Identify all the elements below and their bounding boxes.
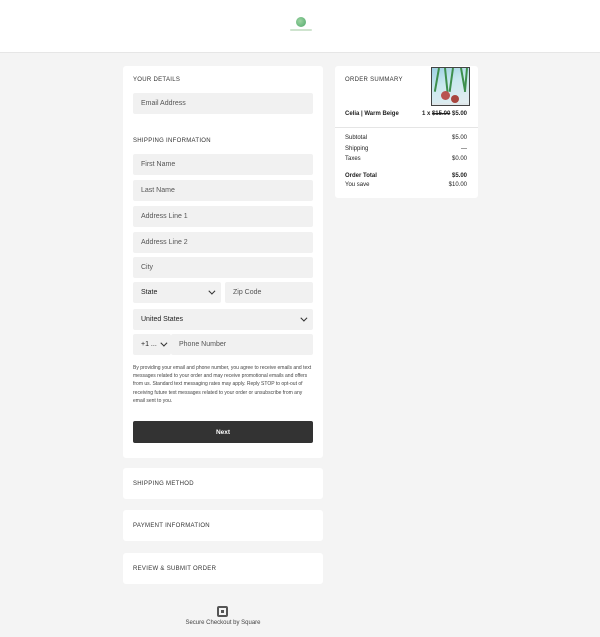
order-total-label: Order Total — [345, 173, 377, 179]
chevron-down-icon — [208, 287, 216, 295]
sms-consent-disclaimer: By providing your email and phone number… — [133, 365, 312, 404]
order-total-value: $5.00 — [451, 173, 467, 179]
line-item-name: Celia | Warm Beige — [345, 111, 399, 117]
checkout-form-card: YOUR DETAILS Email Address SHIPPING INFO… — [123, 66, 323, 458]
line-item-price: $5.00 — [451, 111, 467, 117]
payment-information-section[interactable]: PAYMENT INFORMATION — [123, 510, 323, 541]
phone-country-code-select[interactable]: +1 ... — [133, 334, 171, 355]
taxes-label: Taxes — [345, 156, 361, 162]
taxes-value: $0.00 — [451, 156, 467, 162]
shipping-row: Shipping — — [345, 146, 467, 152]
address-line-1-field[interactable]: Address Line 1 — [133, 206, 313, 227]
zip-code-field[interactable]: Zip Code — [225, 282, 313, 303]
line-item-price-group: 1 x $15.00 $5.00 — [422, 111, 467, 117]
review-submit-title: REVIEW & SUBMIT ORDER — [133, 566, 217, 572]
savings-label: You save — [345, 182, 370, 188]
taxes-row: Taxes $0.00 — [345, 156, 467, 162]
email-field[interactable]: Email Address — [133, 93, 313, 114]
phone-number-field[interactable]: Phone Number — [171, 334, 313, 355]
subtotal-label: Subtotal — [345, 135, 368, 141]
phone-country-code-value: +1 ... — [141, 341, 157, 348]
shipping-method-title: SHIPPING METHOD — [133, 481, 194, 487]
header-bar — [0, 0, 600, 53]
your-details-title: YOUR DETAILS — [133, 77, 181, 83]
review-submit-section[interactable]: REVIEW & SUBMIT ORDER — [123, 553, 323, 584]
chevron-down-icon — [300, 314, 308, 322]
shipping-info-title: SHIPPING INFORMATION — [133, 138, 211, 144]
state-select[interactable]: State — [133, 282, 221, 303]
order-summary-title: ORDER SUMMARY — [345, 77, 403, 83]
shipping-method-section[interactable]: SHIPPING METHOD — [123, 468, 323, 499]
first-name-field[interactable]: First Name — [133, 154, 313, 175]
brand-logo-icon[interactable] — [290, 16, 312, 34]
shipping-label: Shipping — [345, 146, 369, 152]
country-select[interactable]: United States — [133, 309, 313, 330]
city-field[interactable]: City — [133, 257, 313, 278]
order-total-row: Order Total $5.00 — [345, 173, 467, 179]
line-item: Celia | Warm Beige 1 x $15.00 $5.00 — [345, 111, 467, 117]
state-select-value: State — [141, 289, 158, 296]
subtotal-row: Subtotal $5.00 — [345, 135, 467, 141]
line-item-qty: 1 x — [421, 111, 431, 117]
shipping-value: — — [461, 146, 467, 152]
square-logo-icon — [217, 606, 228, 617]
country-select-value: United States — [141, 316, 184, 323]
savings-value: $10.00 — [448, 182, 467, 188]
summary-divider — [335, 127, 478, 128]
next-button[interactable]: Next — [133, 421, 313, 443]
savings-row: You save $10.00 — [345, 182, 467, 188]
order-summary-card: ORDER SUMMARY Celia | Warm Beige 1 x $15… — [335, 66, 478, 198]
line-item-old-price: $15.00 — [431, 111, 451, 117]
subtotal-value: $5.00 — [451, 135, 467, 141]
product-thumbnail — [431, 67, 470, 106]
address-line-2-field[interactable]: Address Line 2 — [133, 232, 313, 253]
secure-checkout-footer: Secure Checkout by Square — [185, 620, 261, 626]
payment-information-title: PAYMENT INFORMATION — [133, 523, 210, 529]
chevron-down-icon — [160, 339, 168, 347]
last-name-field[interactable]: Last Name — [133, 180, 313, 201]
